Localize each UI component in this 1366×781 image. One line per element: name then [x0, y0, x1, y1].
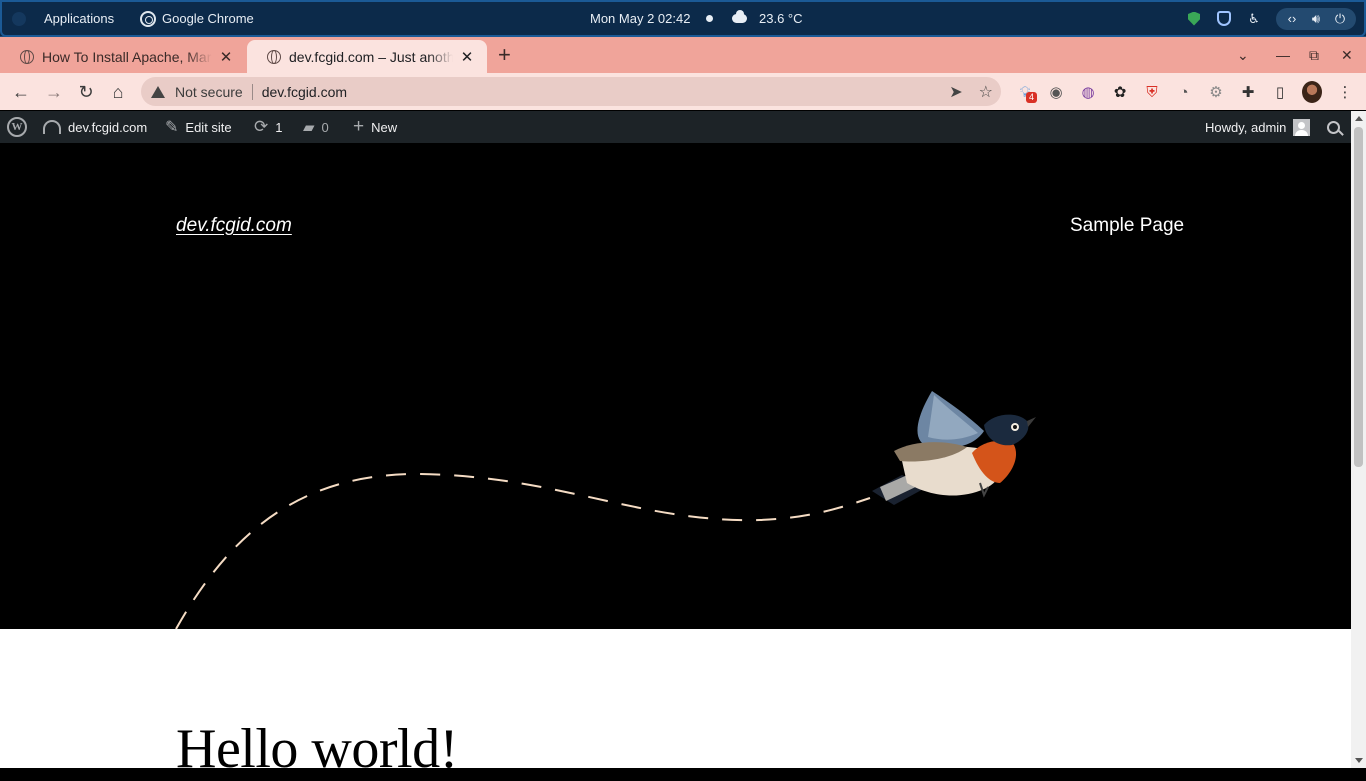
account-menu[interactable]: Howdy, admin [1205, 111, 1311, 143]
close-tab-icon[interactable]: ✕ [459, 48, 475, 66]
plus-icon: + [353, 116, 365, 137]
tab-apache-guide[interactable]: How To Install Apache, MariaDB, ✕ [0, 40, 246, 73]
updates-count: 1 [275, 119, 283, 135]
active-app-menu[interactable]: Google Chrome [140, 0, 254, 37]
shield-extension-icon[interactable]: ⛨ [1142, 82, 1162, 102]
post-title[interactable]: Hello world! [176, 717, 458, 781]
power-icon: ⏻ [1334, 10, 1346, 26]
eye-extension-icon[interactable]: ◉ [1046, 82, 1066, 102]
scroll-up-icon[interactable] [1355, 116, 1363, 121]
globe-icon [267, 49, 281, 64]
close-tab-icon[interactable]: ✕ [218, 48, 234, 66]
flight-path-line [175, 472, 871, 629]
chrome-menu-icon[interactable]: ⋮ [1335, 82, 1355, 102]
security-shield-icon[interactable] [1186, 11, 1202, 27]
reload-icon[interactable]: ↻ [75, 81, 97, 103]
new-label: New [371, 119, 398, 135]
network-icon: ‹› [1287, 11, 1297, 26]
maximize-icon[interactable]: ⧉ [1309, 37, 1319, 73]
gnome-extension-icon[interactable]: ✿ [1110, 82, 1130, 102]
site-header-hero: dev.fcgid.com Sample Page [0, 143, 1351, 629]
bird-flight-illustration [175, 391, 1036, 629]
address-bar[interactable]: Not secure dev.fcgid.com ➤ ☆ [141, 77, 1001, 106]
notification-dot-icon [706, 15, 714, 22]
applications-label: Applications [44, 11, 115, 26]
weather-indicator[interactable]: 23.6 °C [732, 0, 803, 37]
minimize-icon[interactable]: — [1276, 37, 1290, 73]
back-icon[interactable]: ← [10, 81, 32, 103]
updates-icon: ⟳ [254, 117, 269, 136]
browser-toolbar: ← → ↻ ⌂ Not secure dev.fcgid.com ➤ ☆ 💡︎ 4… [0, 73, 1366, 110]
clock-label: Mon May 2 02:42 [590, 11, 691, 26]
settings-extension-icon[interactable]: ⚙ [1206, 82, 1226, 102]
site-name-label: dev.fcgid.com [68, 119, 148, 135]
page-scrollbar[interactable] [1351, 111, 1366, 768]
scroll-down-icon[interactable] [1355, 758, 1363, 763]
accessibility-icon[interactable]: ♿ [1246, 11, 1262, 27]
applications-menu[interactable]: Applications [44, 0, 114, 37]
weather-label: 23.6 °C [759, 11, 803, 26]
edit-site-link[interactable]: ✎ Edit site [165, 111, 232, 143]
activities-icon[interactable] [12, 0, 28, 37]
admin-search-button[interactable] [1327, 111, 1340, 143]
tab-title: How To Install Apache, MariaDB, [42, 48, 212, 65]
edit-site-label: Edit site [185, 119, 232, 135]
tab-dev-fcgid[interactable]: dev.fcgid.com – Just another ✕ [247, 40, 487, 73]
bird-icon [872, 391, 1036, 505]
system-top-panel: Applications Google Chrome Mon May 2 02:… [0, 0, 1366, 37]
main-content: Hello world! [0, 629, 1351, 780]
extensions-puzzle-icon[interactable]: ✚ [1238, 82, 1258, 102]
new-tab-button[interactable]: + [498, 42, 511, 68]
tab-strip: How To Install Apache, MariaDB, ✕ dev.fc… [0, 37, 1366, 73]
active-app-label: Google Chrome [162, 11, 254, 26]
user-avatar [1293, 118, 1311, 136]
comments-count: 0 [321, 119, 329, 135]
url-text[interactable]: dev.fcgid.com [262, 84, 347, 100]
system-tray: ♿ ‹› 🔊︎ ⏻ [1186, 0, 1356, 37]
new-content-menu[interactable]: + New [353, 111, 397, 143]
comment-bubble-icon: ▰ [303, 119, 315, 136]
side-panel-icon[interactable]: ▯ [1270, 82, 1290, 102]
dashboard-icon [43, 120, 61, 134]
wordpress-logo-icon: W [7, 117, 27, 137]
volume-icon: 🔊︎ [1311, 10, 1321, 26]
globe-icon [20, 49, 34, 64]
vpn-shield-icon[interactable] [1216, 11, 1232, 27]
tab-search-icon[interactable]: ⌄ [1237, 37, 1249, 73]
bookmark-star-icon[interactable]: ☆ [979, 82, 993, 102]
cloud-icon [732, 10, 747, 23]
color-picker-extension-icon[interactable]: ◍ [1078, 82, 1098, 102]
speed-extension-icon[interactable]: ◔ [1174, 82, 1194, 102]
forward-icon[interactable]: → [43, 81, 65, 103]
home-icon[interactable]: ⌂ [107, 81, 129, 103]
comments-link[interactable]: ▰ 0 [303, 111, 329, 143]
brush-icon: ✎ [165, 119, 179, 136]
updates-link[interactable]: ⟳ 1 [254, 111, 282, 143]
close-window-icon[interactable]: ✕ [1341, 37, 1353, 73]
profile-avatar[interactable] [1302, 81, 1322, 103]
extension-badge: 4 [1026, 92, 1038, 103]
search-icon [1327, 120, 1340, 134]
wp-admin-bar: W dev.fcgid.com ✎ Edit site ⟳ 1 ▰ 0 + Ne… [0, 111, 1351, 143]
wp-logo-menu[interactable]: W [7, 111, 27, 143]
clock[interactable]: Mon May 2 02:42 [590, 0, 714, 37]
site-name-menu[interactable]: dev.fcgid.com [43, 111, 147, 143]
scroll-thumb[interactable] [1354, 127, 1363, 467]
system-menu[interactable]: ‹› 🔊︎ ⏻ [1276, 7, 1356, 30]
warning-icon [151, 85, 165, 98]
security-label[interactable]: Not secure [175, 84, 243, 100]
divider [251, 83, 253, 100]
send-tab-icon[interactable]: ➤ [949, 82, 962, 102]
tab-title: dev.fcgid.com – Just another [289, 48, 453, 65]
greeting-label: Howdy, admin [1205, 119, 1287, 135]
chrome-icon [140, 10, 156, 27]
extension-bulb-icon[interactable]: 💡︎ 4 [1015, 82, 1038, 103]
